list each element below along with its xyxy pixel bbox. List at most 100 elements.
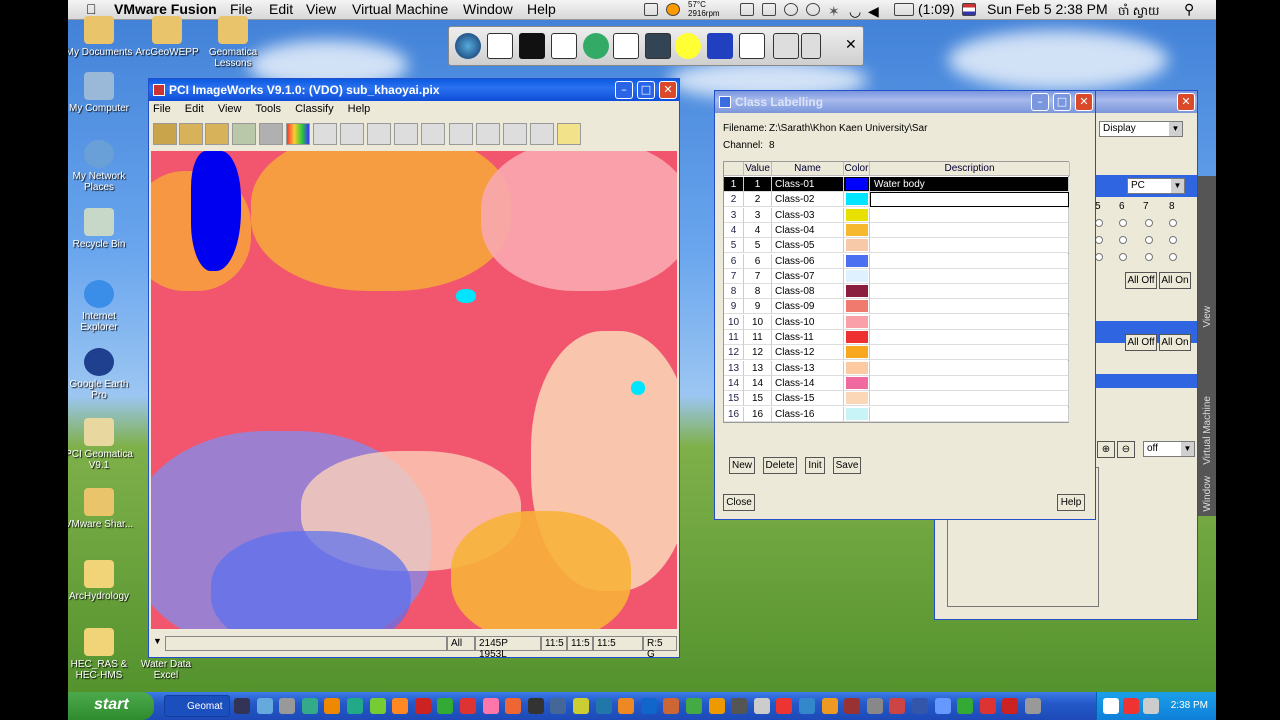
radio[interactable] — [1145, 236, 1153, 244]
window-tool-icon[interactable] — [707, 33, 733, 59]
table-row[interactable]: 14 14 Class-14 — [724, 375, 1069, 391]
minimize-button[interactable]: – — [615, 81, 633, 99]
tray-icon[interactable] — [1143, 698, 1159, 714]
cell-value[interactable]: 2 — [744, 192, 772, 208]
cell-color[interactable] — [844, 177, 870, 192]
cell-name[interactable]: Class-06 — [772, 253, 844, 269]
tray-icon[interactable] — [1103, 698, 1119, 714]
row-index[interactable]: 15 — [724, 391, 744, 407]
menu-help[interactable]: Help — [348, 103, 371, 115]
chart-icon[interactable] — [286, 123, 310, 145]
cell-description[interactable] — [870, 299, 1069, 315]
cell-color[interactable] — [844, 330, 870, 345]
spotlight-search-icon[interactable]: ⚲ — [1184, 1, 1194, 18]
cell-description[interactable] — [870, 207, 1069, 223]
table-row[interactable]: 11 11 Class-11 — [724, 330, 1069, 345]
menu-edit[interactable]: Edit — [269, 1, 293, 17]
cell-value[interactable]: 1 — [744, 177, 772, 192]
pencil-icon[interactable] — [259, 123, 283, 145]
radio[interactable] — [1119, 253, 1127, 261]
color-swatch[interactable] — [846, 315, 868, 328]
color-swatch[interactable] — [846, 239, 868, 252]
zoom-in-icon[interactable]: ⊕ — [1097, 441, 1115, 458]
timemachine-icon[interactable] — [806, 3, 820, 16]
row-index[interactable]: 10 — [724, 314, 744, 330]
menu-classify[interactable]: Classify — [295, 103, 334, 115]
calculator-icon[interactable] — [449, 123, 473, 145]
volume-icon[interactable]: ◀ — [868, 3, 882, 19]
save-icon[interactable] — [205, 123, 229, 145]
bulb-icon[interactable] — [557, 123, 581, 145]
desktop-icon-hec-ras[interactable]: HEC_RAS & HEC-HMS — [68, 628, 134, 681]
cell-value[interactable]: 5 — [744, 238, 772, 254]
table-header-description[interactable]: Description — [870, 162, 1070, 176]
all-off-button[interactable]: All Off — [1125, 334, 1157, 351]
quick-launch-icon[interactable] — [708, 698, 725, 714]
cell-color[interactable] — [844, 406, 870, 422]
table-row[interactable]: 8 8 Class-08 — [724, 284, 1069, 300]
menu-view[interactable]: View — [306, 1, 336, 17]
folder-icon[interactable] — [179, 123, 203, 145]
vm-tray-icon[interactable] — [740, 3, 754, 16]
cell-description[interactable] — [870, 253, 1069, 269]
radio[interactable] — [1169, 219, 1177, 227]
cell-name[interactable]: Class-05 — [772, 238, 844, 254]
zoom-in-icon[interactable] — [313, 123, 337, 145]
cell-color[interactable] — [844, 207, 870, 223]
menu-file[interactable]: File — [230, 1, 253, 17]
cell-name[interactable]: Class-11 — [772, 330, 844, 345]
radio[interactable] — [1095, 253, 1103, 261]
desktop-icon-my-documents[interactable]: My Documents — [68, 16, 134, 58]
cell-color[interactable] — [844, 345, 870, 361]
row-index[interactable]: 4 — [724, 222, 744, 238]
color-swatch[interactable] — [846, 178, 868, 190]
table-row[interactable]: 5 5 Class-05 — [724, 238, 1069, 254]
list-tool-icon[interactable] — [739, 33, 765, 59]
cell-color[interactable] — [844, 375, 870, 391]
desktop-icon-vmware-shared[interactable]: VMware Shar... — [68, 488, 134, 530]
desktop-icon-geomatica-lessons[interactable]: Geomatica Lessons — [198, 16, 268, 69]
quick-launch-icon[interactable] — [844, 698, 861, 714]
desktop-icon-internet-explorer[interactable]: Internet Explorer — [68, 280, 134, 333]
quick-launch-icon[interactable] — [527, 698, 544, 714]
table-row[interactable]: 15 15 Class-15 — [724, 391, 1069, 407]
quick-launch-icon[interactable] — [234, 698, 250, 714]
menu-tools[interactable]: Tools — [255, 103, 281, 115]
radio[interactable] — [1095, 219, 1103, 227]
close-button[interactable]: ✕ — [659, 81, 677, 99]
color-swatch[interactable] — [846, 346, 868, 359]
cell-color[interactable] — [844, 360, 870, 376]
zoom-fit-icon[interactable] — [367, 123, 391, 145]
cell-description[interactable] — [870, 360, 1069, 376]
quick-launch-icon[interactable] — [640, 698, 657, 714]
color-swatch[interactable] — [846, 376, 868, 389]
all-on-button[interactable]: All On — [1159, 272, 1191, 289]
cell-description[interactable] — [870, 314, 1069, 330]
desktop-icon-network-places[interactable]: My Network Places — [68, 140, 134, 193]
cell-description[interactable] — [870, 406, 1069, 422]
panel-close-button[interactable]: ✕ — [1177, 93, 1195, 111]
cell-name[interactable]: Class-15 — [772, 391, 844, 407]
table-row[interactable]: 10 10 Class-10 — [724, 314, 1069, 330]
cell-name[interactable]: Class-14 — [772, 375, 844, 391]
quick-launch-icon[interactable] — [505, 698, 522, 714]
table-header-value[interactable]: Value — [744, 162, 772, 176]
quick-launch-icon[interactable] — [347, 698, 363, 714]
table-row[interactable]: 13 13 Class-13 — [724, 360, 1069, 376]
quick-launch-icon[interactable] — [1025, 698, 1041, 714]
close-dialog-button[interactable]: Close — [723, 494, 755, 511]
cell-name[interactable]: Class-13 — [772, 360, 844, 376]
close-icon[interactable]: ✕ — [845, 37, 857, 53]
quick-launch-icon[interactable] — [460, 698, 476, 714]
tray-clock[interactable]: 2:38 PM — [1171, 700, 1208, 711]
cell-name[interactable]: Class-09 — [772, 299, 844, 315]
cell-description[interactable] — [870, 268, 1069, 284]
quick-launch-icon[interactable] — [776, 698, 793, 714]
quick-launch-icon[interactable] — [663, 698, 680, 714]
maximize-button[interactable]: □ — [637, 81, 655, 99]
init-button[interactable]: Init — [805, 457, 825, 474]
line-icon[interactable] — [476, 123, 500, 145]
color-swatch[interactable] — [846, 361, 868, 374]
quick-launch-icon[interactable] — [889, 698, 906, 714]
bulb-icon[interactable] — [675, 33, 701, 59]
